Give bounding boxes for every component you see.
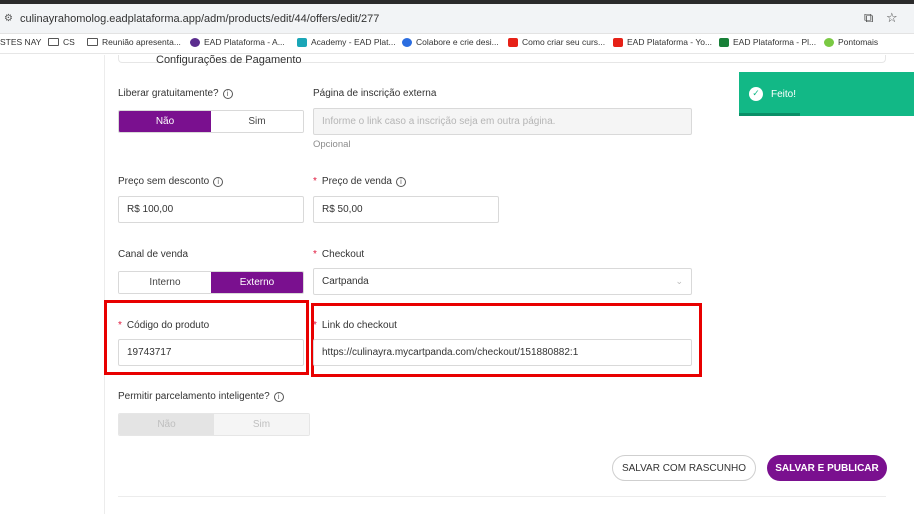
installments-option-yes[interactable]: Sim <box>214 414 309 435</box>
price-no-discount-input[interactable]: R$ 100,00 <box>118 196 304 223</box>
bookmark-item[interactable]: Academy - EAD Plat... <box>297 37 396 47</box>
installments-toggle: Não Sim <box>118 413 310 436</box>
channel-option-internal[interactable]: Interno <box>119 272 211 293</box>
success-toast[interactable]: ✓ Feito! <box>739 72 914 116</box>
bookmark-item[interactable]: EAD Plataforma - Yo... <box>613 37 712 47</box>
free-option-no[interactable]: Não <box>119 111 211 132</box>
external-page-helper: Opcional <box>313 139 351 150</box>
install-app-icon[interactable]: ⧉ <box>864 11 873 26</box>
free-option-yes[interactable]: Sim <box>211 111 303 132</box>
check-icon: ✓ <box>749 87 763 101</box>
required-asterisk: * <box>313 320 317 331</box>
checkout-label: * Checkout <box>313 249 365 260</box>
info-icon[interactable]: i <box>395 176 406 187</box>
bookmark-folder[interactable]: Reunião apresenta... <box>87 37 181 47</box>
installments-label: Permitir parcelamento inteligente? i <box>118 391 284 402</box>
bookmark-item[interactable]: Pontomais <box>824 37 878 47</box>
channel-toggle: Interno Externo <box>118 271 304 294</box>
sheets-icon <box>719 37 729 47</box>
channel-label: Canal de venda <box>118 249 189 260</box>
free-label: Liberar gratuitamente? i <box>118 88 233 99</box>
folder-icon <box>87 38 98 46</box>
checkout-link-label: * Link do checkout <box>313 320 397 331</box>
toast-progress-bar <box>739 113 801 116</box>
checkout-select[interactable]: Cartpanda ⌄ <box>313 268 692 295</box>
external-page-input[interactable]: Informe o link caso a inscrição seja em … <box>313 108 692 135</box>
external-page-label: Página de inscrição externa <box>313 88 437 99</box>
url-text[interactable]: culinayrahomolog.eadplataforma.app/adm/p… <box>20 13 379 25</box>
sidebar-divider <box>104 55 105 514</box>
toast-message: Feito! <box>771 88 797 100</box>
save-publish-button[interactable]: SALVAR E PUBLICAR <box>767 455 887 481</box>
section-title: Configurações de Pagamento <box>156 54 302 66</box>
sale-price-input[interactable]: R$ 50,00 <box>313 196 499 223</box>
ead-logo-icon <box>190 37 200 47</box>
bookmark-item[interactable]: EAD Plataforma - A... <box>190 37 285 47</box>
pontomais-icon <box>824 37 834 47</box>
info-icon[interactable]: i <box>213 176 224 187</box>
bookmark-item[interactable]: EAD Plataforma - Pl... <box>719 37 816 47</box>
folder-icon <box>48 38 59 46</box>
bookmark-folder[interactable]: CS <box>48 37 75 47</box>
site-settings-icon[interactable]: ⚙ <box>4 13 16 25</box>
required-asterisk: * <box>313 176 317 187</box>
installments-option-no[interactable]: Não <box>119 414 214 435</box>
youtube-icon <box>508 37 518 47</box>
product-code-label: * Código do produto <box>118 320 210 331</box>
channel-option-external[interactable]: Externo <box>211 272 303 293</box>
bookmark-item[interactable]: Como criar seu curs... <box>508 37 605 47</box>
sale-price-label: * Preço de venda i <box>313 176 406 187</box>
free-toggle: Não Sim <box>118 110 304 133</box>
required-asterisk: * <box>118 320 122 331</box>
price-no-discount-label: Preço sem desconto i <box>118 176 224 187</box>
bookmark-item[interactable]: Colabore e crie desi... <box>402 37 499 47</box>
chevron-down-icon: ⌄ <box>675 277 683 287</box>
bookmark-star-icon[interactable]: ☆ <box>886 11 898 26</box>
footer-divider <box>118 496 886 497</box>
bookmark-item[interactable]: STES NAY <box>0 37 41 47</box>
info-icon[interactable]: i <box>222 88 233 99</box>
canva-icon <box>402 37 412 47</box>
info-icon[interactable]: i <box>273 391 284 402</box>
required-asterisk: * <box>313 249 317 260</box>
product-code-input[interactable]: 19743717 <box>118 339 304 366</box>
save-draft-button[interactable]: SALVAR COM RASCUNHO <box>612 455 756 481</box>
academy-icon <box>297 37 307 47</box>
checkout-link-input[interactable]: https://culinayra.mycartpanda.com/checko… <box>313 339 692 366</box>
youtube-icon <box>613 37 623 47</box>
bookmarks-bar: STES NAY CS Reunião apresenta... EAD Pla… <box>0 34 914 54</box>
address-bar[interactable]: ⚙ culinayrahomolog.eadplataforma.app/adm… <box>0 4 914 34</box>
